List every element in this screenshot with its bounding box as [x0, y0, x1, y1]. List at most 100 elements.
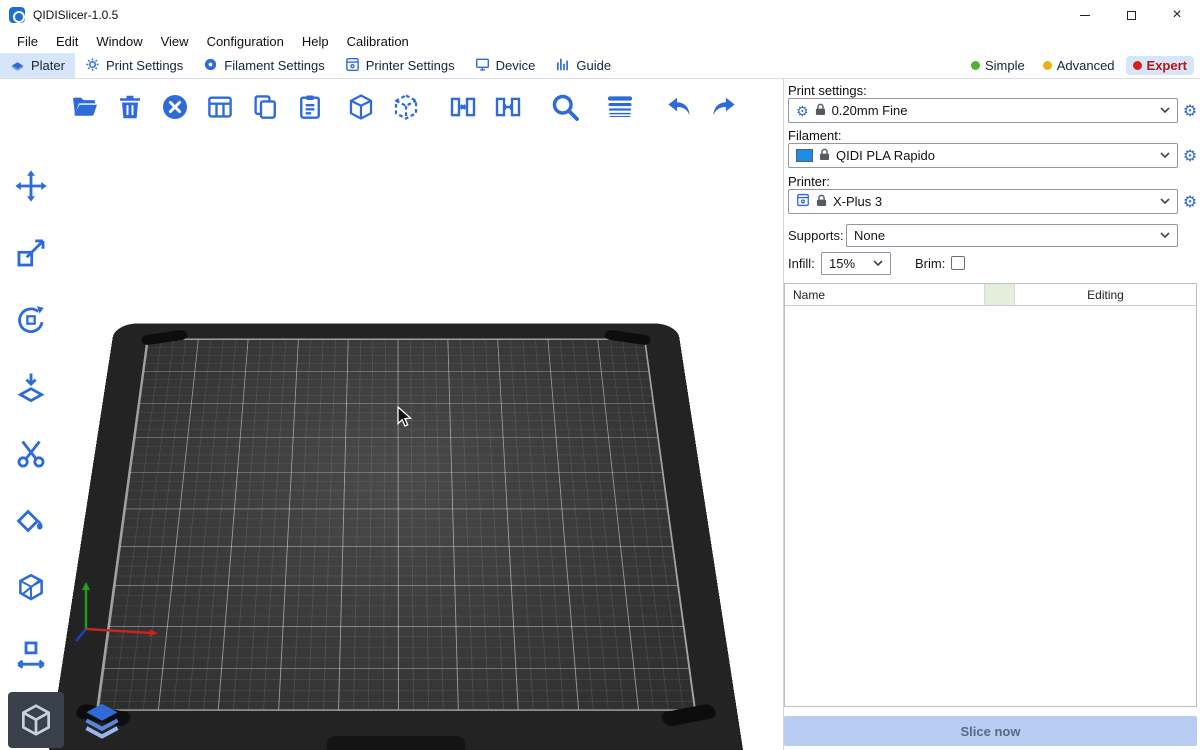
menu-window[interactable]: Window	[87, 34, 151, 49]
printer-mini-icon	[796, 193, 810, 210]
infill-row: Infill: 15% Brim:	[788, 251, 1178, 275]
cut-icon[interactable]	[8, 431, 54, 477]
redo-icon[interactable]	[705, 88, 743, 126]
chevron-down-icon	[1160, 107, 1170, 114]
3d-viewport[interactable]	[0, 79, 783, 750]
search-icon[interactable]	[546, 88, 584, 126]
instances-in-icon[interactable]	[489, 88, 527, 126]
tab-printer-settings[interactable]: Printer Settings	[335, 53, 465, 78]
slice-now-button[interactable]: Slice now	[784, 716, 1197, 746]
preset-gear-icon: ⚙	[796, 104, 809, 118]
expert-mode-dot-icon	[1133, 61, 1142, 70]
delete-all-icon[interactable]	[156, 88, 194, 126]
lock-icon	[816, 194, 827, 210]
tab-guide[interactable]: Guide	[545, 53, 621, 78]
instances-out-icon[interactable]	[444, 88, 482, 126]
view-mode-toggles	[8, 692, 130, 748]
place-on-face-icon[interactable]	[8, 364, 54, 410]
menu-file[interactable]: File	[8, 34, 47, 49]
infill-combo[interactable]: 15%	[821, 252, 891, 275]
print-settings-gear-button[interactable]: ⚙	[1181, 98, 1199, 123]
mode-switcher: Simple Advanced Expert	[964, 53, 1200, 78]
column-name: Name	[785, 284, 985, 305]
filament-gear-button[interactable]: ⚙	[1181, 143, 1199, 168]
mode-expert[interactable]: Expert	[1126, 56, 1194, 75]
column-editing: Editing	[1015, 284, 1196, 305]
guide-icon	[555, 57, 570, 75]
object-list-header: Name Editing	[785, 284, 1196, 306]
menu-edit[interactable]: Edit	[47, 34, 87, 49]
print-bed-scene	[0, 79, 783, 750]
rotate-icon[interactable]	[8, 297, 54, 343]
tab-plater[interactable]: Plater	[0, 53, 75, 78]
plater-top-toolbar	[66, 88, 750, 126]
measure-icon[interactable]	[8, 565, 54, 611]
axes-gizmo	[72, 577, 172, 660]
supports-row: Supports: None	[788, 223, 1178, 247]
brim-checkbox[interactable]	[951, 256, 965, 270]
settings-sidepanel: Print settings: ⚙ 0.20mm Fine ⚙ Filament…	[784, 79, 1200, 750]
split-to-objects-icon[interactable]	[342, 88, 380, 126]
chevron-down-icon	[1160, 152, 1170, 159]
brim-label: Brim:	[915, 256, 945, 271]
filament-color-swatch	[796, 149, 813, 162]
menu-help[interactable]: Help	[293, 34, 338, 49]
print-settings-combo[interactable]: ⚙ 0.20mm Fine	[788, 98, 1178, 123]
simple-mode-dot-icon	[971, 61, 980, 70]
tab-print-settings[interactable]: Print Settings	[75, 53, 193, 78]
paste-icon[interactable]	[291, 88, 329, 126]
editor-3d-view-icon[interactable]	[8, 692, 64, 748]
close-button[interactable]: ×	[1154, 0, 1200, 30]
printer-label: Printer:	[788, 174, 830, 189]
menu-calibration[interactable]: Calibration	[338, 34, 418, 49]
calibration-width-icon[interactable]	[8, 632, 54, 678]
infill-label: Infill:	[788, 256, 821, 271]
tab-filament-settings[interactable]: Filament Settings	[193, 53, 334, 78]
split-to-parts-icon[interactable]	[387, 88, 425, 126]
paint-support-icon[interactable]	[8, 498, 54, 544]
bed-grid	[96, 338, 696, 710]
lock-icon	[819, 148, 830, 164]
move-icon[interactable]	[8, 163, 54, 209]
bed-handle-notch	[326, 736, 466, 750]
variable-layer-height-icon[interactable]	[601, 88, 639, 126]
printer-combo[interactable]: X-Plus 3	[788, 189, 1178, 214]
chevron-down-icon	[873, 260, 883, 267]
mode-advanced[interactable]: Advanced	[1036, 56, 1122, 75]
undo-icon[interactable]	[660, 88, 698, 126]
tab-device[interactable]: Device	[465, 53, 546, 78]
layers-preview-icon[interactable]	[74, 692, 130, 748]
lock-icon	[815, 103, 826, 119]
window-controls: ×	[1062, 0, 1200, 30]
filament-settings-icon	[203, 57, 218, 75]
menubar: File Edit Window View Configuration Help…	[0, 30, 1200, 53]
printer-gear-button[interactable]: ⚙	[1181, 189, 1199, 214]
mode-simple[interactable]: Simple	[964, 56, 1032, 75]
gizmo-toolbar	[8, 163, 54, 678]
menu-configuration[interactable]: Configuration	[198, 34, 293, 49]
tabbar: Plater Print Settings Filament Settings …	[0, 53, 1200, 79]
delete-icon[interactable]	[111, 88, 149, 126]
open-icon[interactable]	[66, 88, 104, 126]
arrange-icon[interactable]	[201, 88, 239, 126]
chevron-down-icon	[1160, 198, 1170, 205]
supports-combo[interactable]: None	[846, 224, 1178, 247]
print-bed	[46, 324, 746, 750]
column-extruder	[985, 284, 1015, 305]
minimize-button[interactable]	[1062, 0, 1108, 30]
titlebar: QIDISlicer-1.0.5 ×	[0, 0, 1200, 30]
filament-combo[interactable]: QIDI PLA Rapido	[788, 143, 1178, 168]
window-title: QIDISlicer-1.0.5	[33, 8, 118, 22]
scale-icon[interactable]	[8, 230, 54, 276]
printer-settings-icon	[345, 57, 360, 75]
copy-icon[interactable]	[246, 88, 284, 126]
object-list-table[interactable]: Name Editing	[784, 283, 1197, 707]
print-settings-icon	[85, 57, 100, 75]
device-icon	[475, 57, 490, 75]
supports-label: Supports:	[788, 228, 846, 243]
filament-label: Filament:	[788, 128, 841, 143]
menu-view[interactable]: View	[152, 34, 198, 49]
mouse-cursor	[395, 406, 415, 435]
maximize-button[interactable]	[1108, 0, 1154, 30]
advanced-mode-dot-icon	[1043, 61, 1052, 70]
